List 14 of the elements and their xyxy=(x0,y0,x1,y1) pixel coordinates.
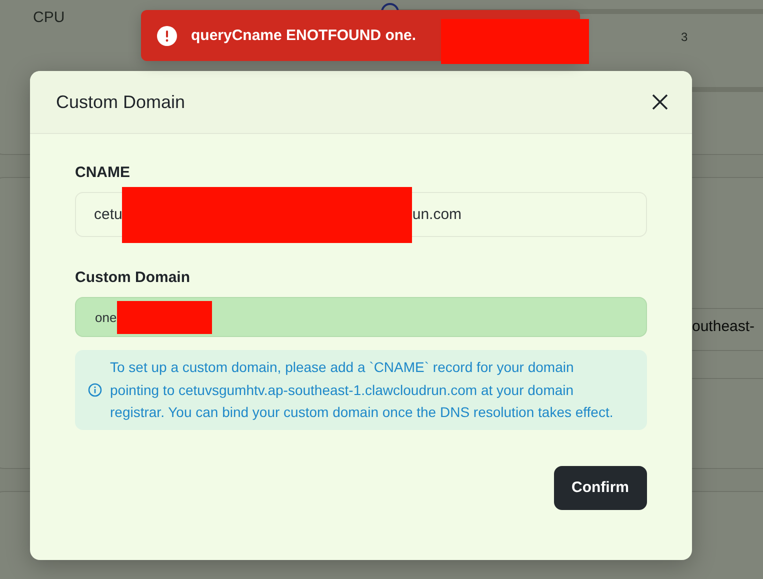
tick-label: 3 xyxy=(681,30,688,44)
toast-message: queryCname ENOTFOUND one. xyxy=(191,27,416,44)
close-icon xyxy=(652,94,668,110)
cpu-label: CPU xyxy=(33,9,65,26)
region-text: outheast- xyxy=(692,318,755,335)
info-icon xyxy=(88,382,102,397)
input-field[interactable]: one xyxy=(75,297,647,337)
confirm-button[interactable]: Confirm xyxy=(554,466,647,510)
info-text: To set up a custom domain, please add a `CNAME` record for your domain pointing to cetuvsgumhtv.ap-southeast-1.clawcloudrun.com at your domain registrar. You can bind your custom domain once the DNS resolution takes effect. xyxy=(110,358,614,422)
field-label: Custom Domain xyxy=(75,269,192,286)
alert-icon xyxy=(157,26,177,46)
field-label: CNAME xyxy=(75,164,131,181)
dialog-title: Custom Domain xyxy=(56,92,186,112)
close-button[interactable] xyxy=(650,92,670,112)
